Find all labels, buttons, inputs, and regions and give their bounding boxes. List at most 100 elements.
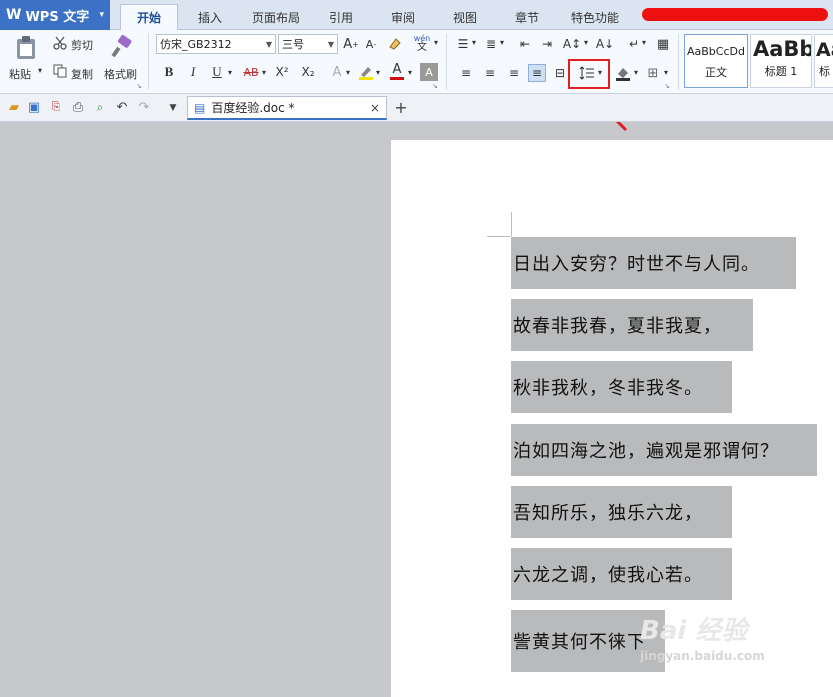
format-painter-icon[interactable] — [110, 34, 134, 60]
show-marks-icon[interactable]: ↵ — [626, 35, 642, 53]
print-preview-icon[interactable]: ⌕ — [92, 99, 108, 115]
chevron-down-icon[interactable]: ▾ — [584, 38, 588, 47]
paste-icon[interactable] — [12, 34, 40, 62]
chevron-down-icon[interactable]: ▾ — [99, 10, 104, 20]
tab-review[interactable]: 审阅 — [374, 4, 432, 30]
character-shading-icon[interactable]: A — [420, 63, 438, 81]
align-right-icon[interactable]: ≡ — [506, 65, 522, 81]
paste-label[interactable]: 粘贴 — [9, 66, 31, 82]
chevron-down-icon[interactable]: ▾ — [376, 68, 380, 77]
group-launcher-icon[interactable]: ↘ — [432, 82, 438, 90]
tab-home[interactable]: 开始 — [120, 4, 178, 30]
chevron-down-icon[interactable]: ▾ — [262, 68, 266, 77]
clear-format-icon[interactable] — [386, 35, 404, 53]
open-folder-icon[interactable]: ▰ — [6, 99, 22, 115]
scissors-icon[interactable] — [52, 35, 68, 51]
strikethrough-button[interactable]: AB — [240, 63, 262, 81]
group-launcher-icon[interactable]: ↘ — [136, 82, 142, 90]
chevron-down-icon[interactable]: ▾ — [634, 68, 638, 77]
quick-access-toolbar: ▰ ▣ ⎘ ⎙ ⌕ ↶ ↷ ▼ + — [0, 94, 833, 122]
bullet-list-icon[interactable]: ☰ — [454, 35, 472, 53]
margin-mark — [487, 236, 511, 237]
tab-insert[interactable]: 插入 — [180, 4, 240, 30]
format-painter-label[interactable]: 格式刷 — [104, 66, 137, 82]
app-title: WPS 文字 — [25, 9, 90, 25]
tab-view[interactable]: 视图 — [436, 4, 494, 30]
italic-button[interactable]: I — [184, 63, 202, 81]
chevron-down-icon[interactable]: ▾ — [434, 38, 438, 47]
text-line[interactable]: 秋非我秋，冬非我冬。 — [511, 361, 732, 413]
character-scaling-icon[interactable]: A↕ — [562, 35, 582, 53]
chevron-down-icon[interactable]: ▾ — [664, 68, 668, 77]
tab-chapter[interactable]: 章节 — [498, 4, 556, 30]
save-icon[interactable]: ▣ — [26, 99, 42, 115]
new-tab-icon[interactable]: + — [392, 98, 410, 117]
chevron-down-icon[interactable]: ▾ — [472, 38, 476, 47]
table-icon[interactable]: ▦ — [654, 35, 672, 53]
undo-icon[interactable]: ↶ — [114, 99, 130, 115]
font-family-select[interactable]: 仿宋_GB2312 ▼ — [156, 34, 276, 54]
tab-page-layout[interactable]: 页面布局 — [243, 4, 309, 30]
line-spacing-highlight-box — [568, 59, 610, 89]
text-line[interactable]: 吾知所乐，独乐六龙， — [511, 486, 732, 538]
chevron-down-icon[interactable]: ▼ — [266, 40, 272, 49]
text-line[interactable]: 故春非我春，夏非我夏， — [511, 299, 753, 351]
text-line[interactable]: 日出入安穷？时世不与人同。 — [511, 237, 796, 289]
superscript-button[interactable]: X² — [272, 63, 292, 81]
export-pdf-icon[interactable]: ⎘ — [48, 99, 64, 115]
document-tab-title: 百度经验.doc * — [211, 101, 295, 115]
redaction-mark — [642, 8, 828, 21]
document-tab[interactable]: ▤ 百度经验.doc * × — [187, 96, 387, 120]
justify-icon[interactable]: ≡ — [528, 64, 546, 82]
chevron-down-icon[interactable]: ▼ — [166, 101, 180, 115]
style-heading-2[interactable]: Aa 标 — [814, 34, 833, 88]
bold-button[interactable]: B — [160, 63, 178, 81]
decrease-indent-icon[interactable]: ⇤ — [516, 35, 534, 53]
app-menu-button[interactable]: W WPS 文字 ▾ — [0, 0, 110, 30]
tab-references[interactable]: 引用 — [312, 4, 370, 30]
subscript-button[interactable]: X₂ — [298, 63, 318, 81]
chevron-down-icon[interactable]: ▾ — [38, 66, 42, 75]
borders-icon[interactable]: ⊞ — [644, 64, 662, 82]
print-icon[interactable]: ⎙ — [70, 99, 86, 115]
wps-logo-icon: W — [6, 7, 22, 23]
increase-indent-icon[interactable]: ⇥ — [538, 35, 556, 53]
pinyin-guide-icon[interactable]: wén 文 — [412, 33, 432, 53]
style-normal[interactable]: AaBbCcDd 正文 — [684, 34, 748, 88]
chevron-down-icon[interactable]: ▾ — [228, 68, 232, 77]
paragraph-shading-icon[interactable] — [614, 64, 632, 82]
highlighter-icon[interactable] — [356, 63, 376, 81]
baidu-watermark: Bai 经验 jingyan.baidu.com — [640, 616, 765, 663]
font-family-value: 仿宋_GB2312 — [160, 38, 232, 51]
distributed-align-icon[interactable]: ⊟ — [552, 65, 568, 81]
tab-special-features[interactable]: 特色功能 — [560, 4, 630, 30]
text-effects-icon[interactable]: A — [328, 63, 346, 81]
chevron-down-icon[interactable]: ▾ — [346, 68, 350, 77]
cut-label[interactable]: 剪切 — [71, 37, 93, 53]
copy-icon[interactable] — [52, 63, 68, 79]
chevron-down-icon[interactable]: ▾ — [408, 68, 412, 77]
separator — [446, 34, 447, 90]
chevron-down-icon[interactable]: ▼ — [328, 40, 334, 49]
copy-label[interactable]: 复制 — [71, 66, 93, 82]
text-line[interactable]: 六龙之调，使我心若。 — [511, 548, 732, 600]
margin-mark — [511, 212, 512, 236]
font-size-select[interactable]: 三号 ▼ — [278, 34, 338, 54]
redo-icon[interactable]: ↷ — [136, 99, 152, 115]
sort-icon[interactable]: A↓ — [596, 35, 614, 53]
close-icon[interactable]: × — [370, 101, 380, 115]
text-line[interactable]: 泊如四海之池，遍观是邪谓何？ — [511, 424, 817, 476]
numbered-list-icon[interactable]: ≣ — [482, 35, 500, 53]
group-launcher-icon[interactable]: ↘ — [664, 82, 670, 90]
chevron-down-icon[interactable]: ▾ — [642, 38, 646, 47]
align-center-icon[interactable]: ≡ — [482, 65, 498, 81]
style-heading-1[interactable]: AaBb 标题 1 — [750, 34, 812, 88]
shrink-font-icon[interactable]: A- — [362, 35, 380, 53]
font-color-button[interactable]: A — [388, 61, 406, 81]
document-icon: ▤ — [194, 100, 206, 115]
grow-font-icon[interactable]: A + — [342, 35, 360, 53]
chevron-down-icon[interactable]: ▾ — [500, 38, 504, 47]
align-left-icon[interactable]: ≡ — [458, 65, 474, 81]
separator — [678, 34, 679, 90]
underline-button[interactable]: U — [208, 63, 226, 81]
